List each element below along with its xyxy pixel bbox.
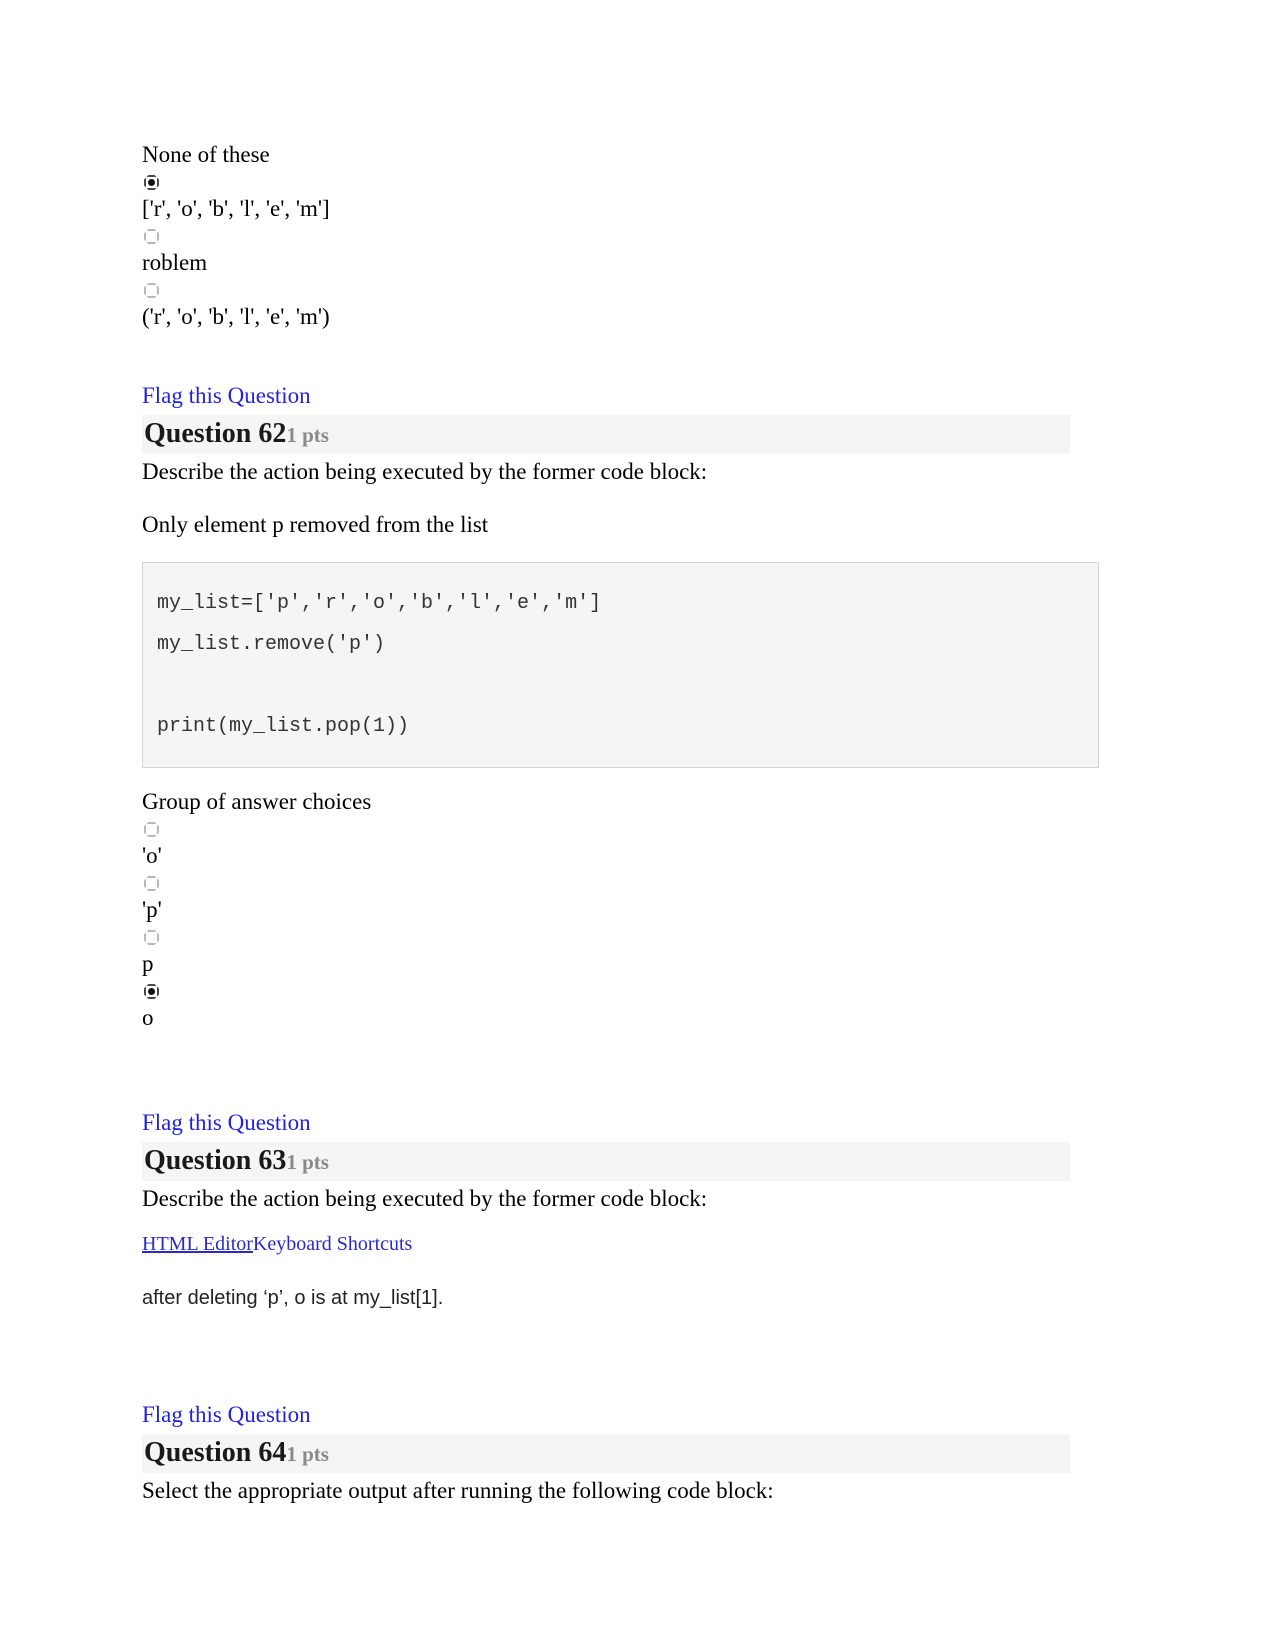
question-header-63: Question 631 pts [142,1142,1070,1181]
option-item[interactable]: 'o' [142,822,1087,872]
option-item[interactable]: roblem [142,229,1087,279]
question-header-62: Question 621 pts [142,415,1070,454]
question-62: Flag this Question Question 621 pts Desc… [142,381,1099,1034]
question-points-63: 1 pts [286,1150,329,1174]
answer-text-63: after deleting ‘p’, o is at my_list[1]. [142,1287,444,1309]
question-64: Flag this Question Question 641 pts Sele… [142,1400,1087,1506]
question-title-62: Question 62 [144,418,287,449]
option-label-62-2: 'p' [142,897,162,922]
radio-choice-62-4[interactable] [144,984,159,999]
radio-option-3[interactable] [144,283,159,298]
option-label-1: ['r', 'o', 'b', 'l', 'e', 'm'] [142,196,330,221]
editor-toolbar-63: HTML EditorKeyboard Shortcuts [142,1230,1087,1258]
radio-option-1[interactable] [144,175,159,190]
keyboard-shortcuts-link[interactable]: Keyboard Shortcuts [253,1233,412,1255]
flag-question-link-64[interactable]: Flag this Question [142,1400,311,1430]
option-label-3: ('r', 'o', 'b', 'l', 'e', 'm') [142,304,330,329]
radio-option-2[interactable] [144,229,159,244]
flag-question-link-62[interactable]: Flag this Question [142,381,311,411]
code-line: my_list.remove('p') [157,633,386,656]
option-item[interactable]: o [142,984,1087,1034]
option-label-62-3: p [142,951,154,976]
code-line: print(my_list.pop(1)) [157,715,410,738]
option-item[interactable]: 'p' [142,876,1087,926]
question-title-63: Question 63 [144,1145,287,1176]
option-item[interactable]: p [142,930,1087,980]
radio-choice-62-3[interactable] [144,930,159,945]
code-block-62: my_list=['p','r','o','b','l','e','m'] my… [142,562,1099,768]
option-item[interactable]: ('r', 'o', 'b', 'l', 'e', 'm') [142,283,1087,333]
option-label-62-4: o [142,1005,154,1030]
code-line: my_list=['p','r','o','b','l','e','m'] [157,592,602,615]
quiz-content: None of these ['r', 'o', 'b', 'l', 'e', … [142,139,1099,1506]
radio-choice-62-2[interactable] [144,876,159,891]
carryover-options-group: None of these ['r', 'o', 'b', 'l', 'e', … [142,139,1087,333]
option-item[interactable]: ['r', 'o', 'b', 'l', 'e', 'm'] [142,175,1087,225]
question-prompt-64: Select the appropriate output after runn… [142,1478,774,1503]
document-page: None of these ['r', 'o', 'b', 'l', 'e', … [0,0,1275,1650]
question-63: Flag this Question Question 631 pts Desc… [142,1108,1087,1312]
html-editor-link[interactable]: HTML Editor [142,1233,253,1255]
radio-choice-62-1[interactable] [144,822,159,837]
option-label-2: roblem [142,250,208,275]
question-title-64: Question 64 [144,1437,287,1468]
question-points-64: 1 pts [286,1442,329,1466]
option-label-62-1: 'o' [142,843,162,868]
flag-question-link-63[interactable]: Flag this Question [142,1108,311,1138]
question-prompt-63: Describe the action being executed by th… [142,1186,708,1211]
question-header-64: Question 641 pts [142,1434,1070,1473]
option-label-none-of-these: None of these [142,142,270,167]
group-of-answer-choices-label-62: Group of answer choices [142,789,372,814]
question-prompt-62: Describe the action being executed by th… [142,459,708,484]
question-subtext-62: Only element p removed from the list [142,512,489,537]
question-points-62: 1 pts [286,423,329,447]
